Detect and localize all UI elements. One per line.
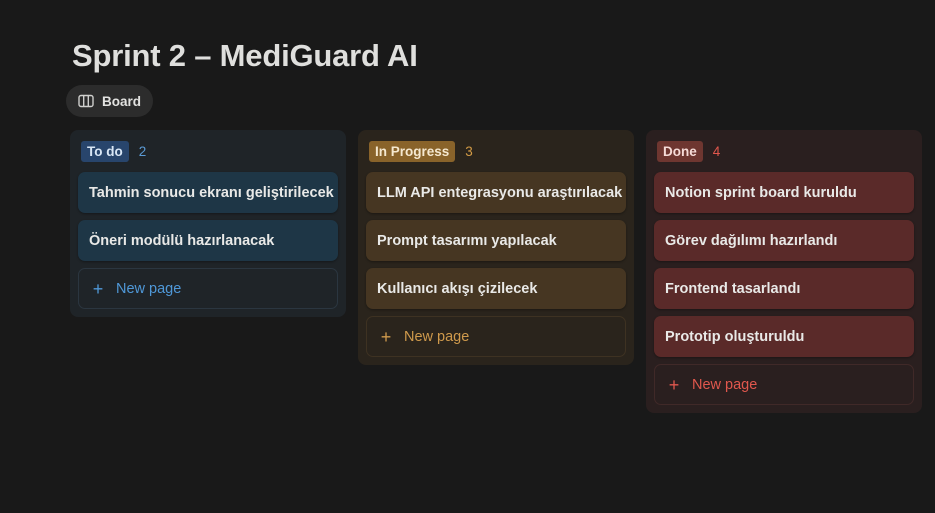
board-column-in-progress: In Progress 3 LLM API entegrasyonu araşt… [358,130,634,365]
plus-icon: + [92,278,104,299]
board-card[interactable]: Prompt tasarımı yapılacak [366,220,626,261]
column-header: To do 2 [78,140,338,162]
column-header: In Progress 3 [366,140,626,162]
new-page-button[interactable]: + New page [366,316,626,357]
view-tab-label: Board [102,93,142,109]
board-page: Sprint 2 – MediGuard AI Board To do 2 Ta… [0,0,935,513]
column-count: 2 [138,143,147,159]
board-card[interactable]: Tahmin sonucu ekranı geliştirilecek [78,172,338,213]
board-card[interactable]: LLM API entegrasyonu araştırılacak [366,172,626,213]
new-page-label: New page [116,280,182,297]
new-page-button[interactable]: + New page [654,364,914,405]
page-title: Sprint 2 – MediGuard AI [72,38,418,73]
status-badge-todo[interactable]: To do [81,140,129,162]
board-columns-icon [78,94,94,108]
board-card[interactable]: Görev dağılımı hazırlandı [654,220,914,261]
new-page-button[interactable]: + New page [78,268,338,309]
new-page-label: New page [692,376,758,393]
column-count: 3 [465,143,473,159]
view-tab-board[interactable]: Board [66,85,154,117]
column-count: 4 [712,143,721,159]
board-card[interactable]: Notion sprint board kuruldu [654,172,914,213]
plus-icon: + [380,326,392,347]
status-badge-done[interactable]: Done [657,140,703,162]
column-header: Done 4 [654,140,914,162]
board-card[interactable]: Öneri modülü hazırlanacak [78,220,338,261]
board-card[interactable]: Kullanıcı akışı çizilecek [366,268,626,309]
board-card[interactable]: Prototip oluşturuldu [654,316,914,357]
board-column-todo: To do 2 Tahmin sonucu ekranı geliştirile… [70,130,346,317]
plus-icon: + [668,374,680,395]
new-page-label: New page [404,328,470,345]
status-badge-in-progress[interactable]: In Progress [369,140,456,162]
board-column-done: Done 4 Notion sprint board kuruldu Görev… [646,130,922,413]
board-card[interactable]: Frontend tasarlandı [654,268,914,309]
